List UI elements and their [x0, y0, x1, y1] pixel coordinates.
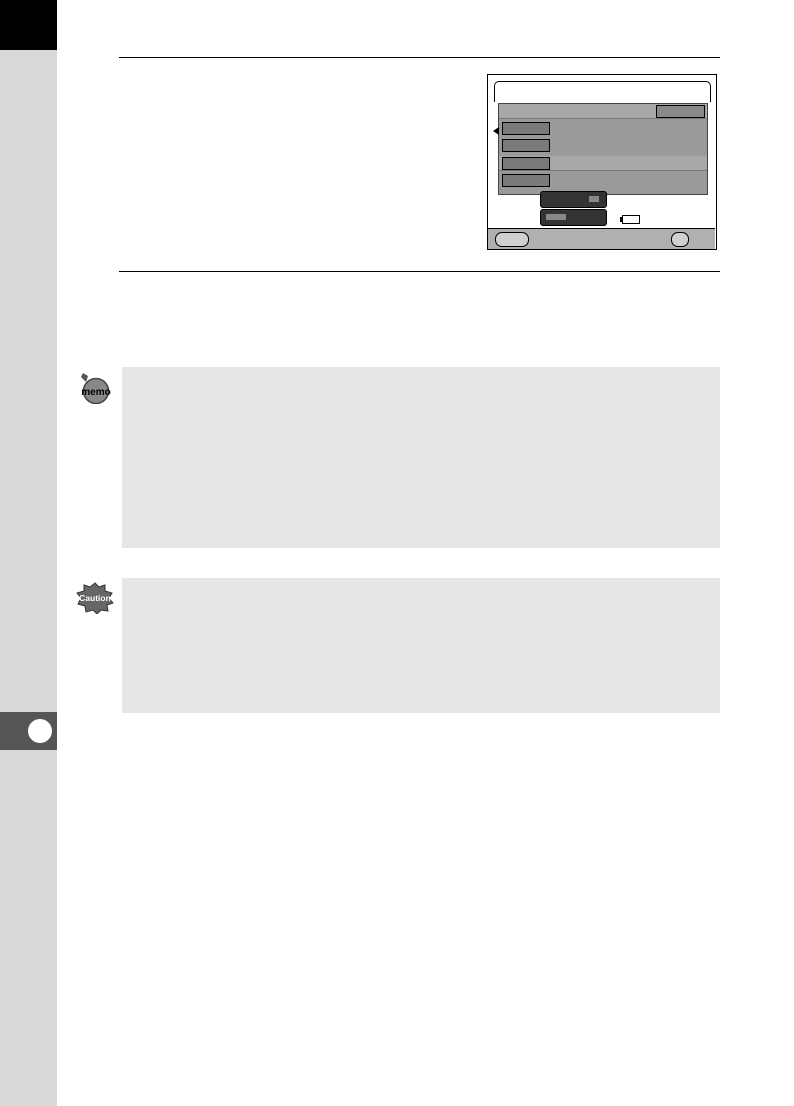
dark-slot-1	[540, 191, 607, 208]
option-box-1	[502, 122, 550, 135]
menu-top-bar	[499, 104, 707, 119]
battery-icon	[620, 215, 640, 224]
top-rule	[119, 57, 720, 58]
memo-icon: memo	[81, 373, 111, 404]
chapter-marker-circle	[28, 719, 52, 743]
memo-icon-label: memo	[81, 387, 110, 398]
ok-button-icon	[671, 232, 689, 247]
left-margin-strip	[0, 0, 57, 1106]
screen-title-tab	[494, 81, 711, 102]
memo-note-box	[122, 367, 720, 548]
camera-screen-illustration	[487, 74, 717, 250]
screen-footer	[488, 228, 715, 249]
menu-panel	[498, 103, 708, 195]
corner-black-block	[0, 0, 57, 50]
bottom-rule	[119, 271, 720, 272]
menu-button-icon	[495, 232, 529, 247]
option-box-4	[502, 174, 550, 187]
value-box	[656, 105, 705, 118]
dark-slot-2	[540, 209, 607, 226]
left-arrow-icon	[493, 127, 499, 135]
caution-icon: Caution	[76, 582, 114, 614]
option-box-2	[502, 139, 550, 152]
option-box-3	[502, 157, 550, 170]
caution-icon-label: Caution	[79, 593, 111, 603]
caution-note-box	[122, 578, 720, 713]
